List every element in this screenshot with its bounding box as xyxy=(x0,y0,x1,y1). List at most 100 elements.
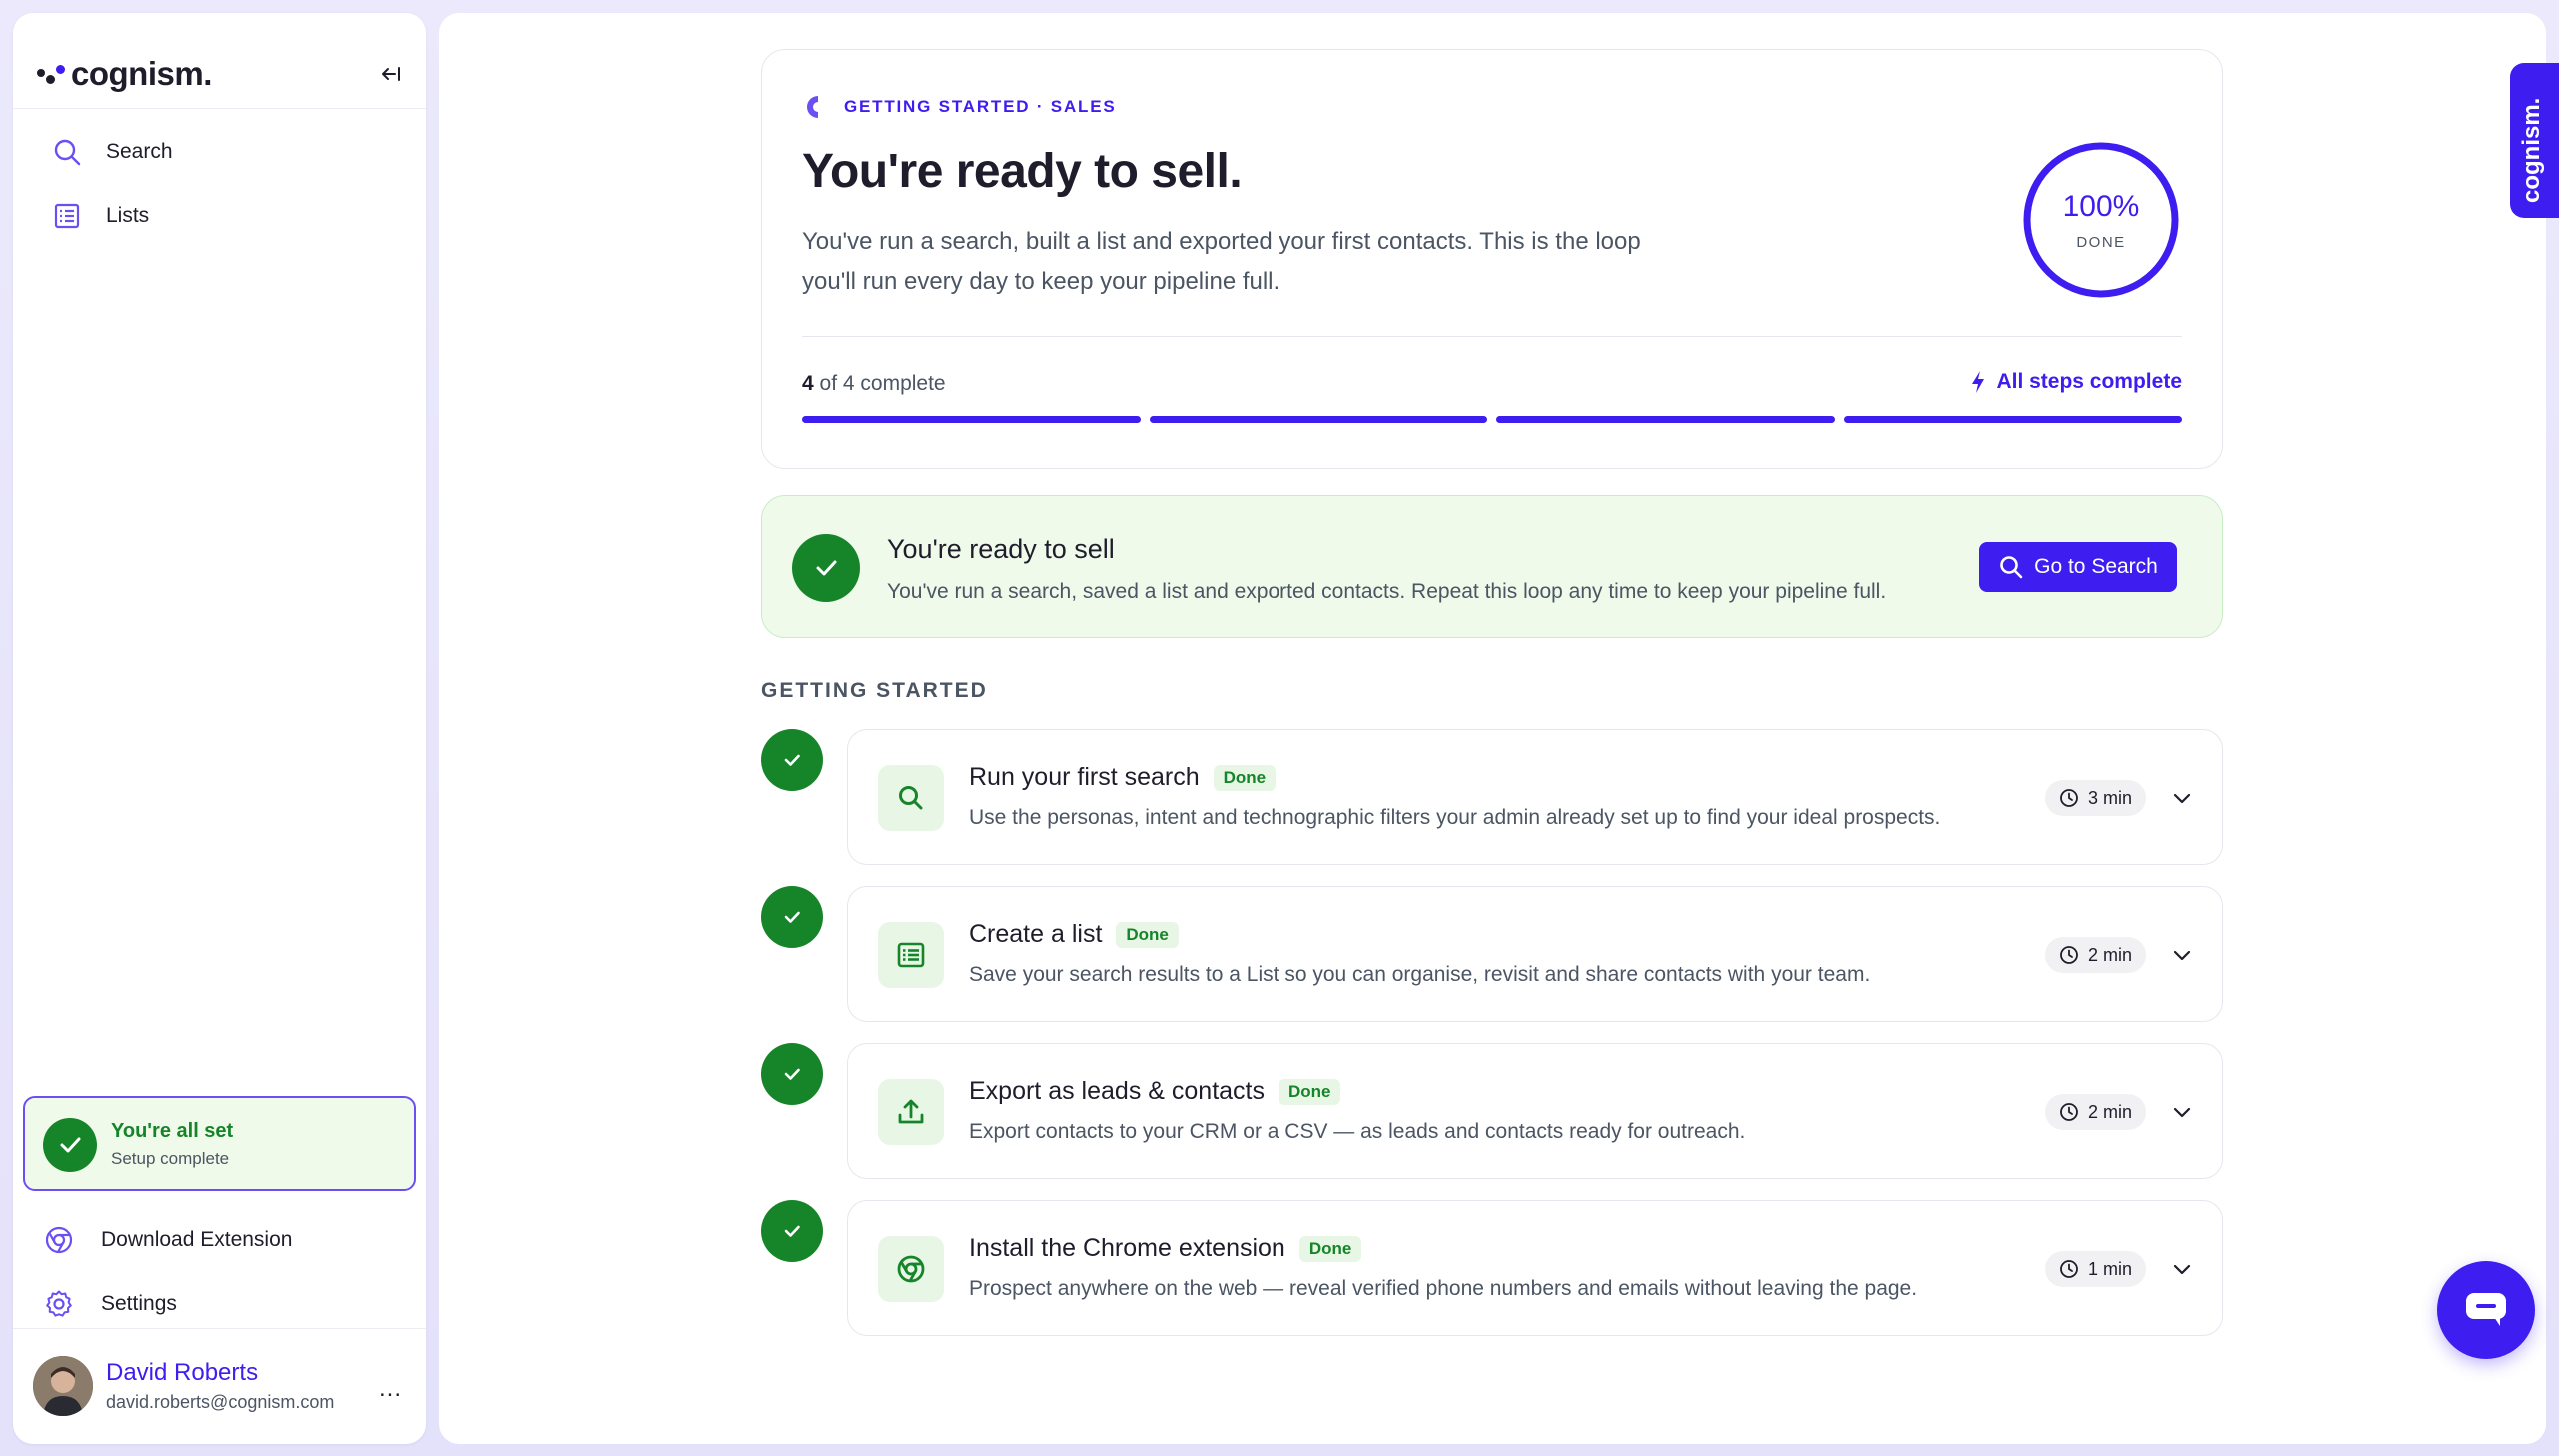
check-icon xyxy=(43,1118,97,1172)
step-title-text: Export as leads & contacts xyxy=(969,1077,1265,1105)
step-title: Create a list Done xyxy=(969,920,1179,949)
logo[interactable]: cognism. xyxy=(37,55,212,93)
step-card-create-list[interactable]: Create a list Done Save your search resul… xyxy=(847,886,2223,1022)
logo-mark-icon xyxy=(37,63,67,85)
step-icon-box xyxy=(878,1079,944,1145)
progress-count: 4 of 4 complete xyxy=(802,372,946,396)
avatar xyxy=(33,1356,93,1416)
time-label: 1 min xyxy=(2087,1258,2132,1279)
step-check-icon xyxy=(761,1043,823,1105)
search-icon xyxy=(54,139,81,166)
lightning-icon xyxy=(1972,371,1985,393)
step-icon-box xyxy=(878,765,944,831)
success-banner: You're ready to sell You've run a search… xyxy=(761,495,2223,638)
step-check-icon xyxy=(761,729,823,791)
settings-link[interactable]: Settings xyxy=(13,1280,426,1328)
nav-item-search[interactable]: Search xyxy=(13,124,426,180)
search-icon xyxy=(899,786,923,810)
time-estimate: 2 min xyxy=(2044,937,2146,973)
step-description: Save your search results to a List so yo… xyxy=(969,963,1871,986)
collapse-sidebar-icon[interactable] xyxy=(380,63,402,85)
done-badge: Done xyxy=(1298,1235,1362,1262)
download-extension-link[interactable]: Download Extension xyxy=(13,1216,426,1264)
step-description: Prospect anywhere on the web — reveal ve… xyxy=(969,1277,1918,1300)
step-check-icon xyxy=(761,1200,823,1262)
step-description: Export contacts to your CRM or a CSV — a… xyxy=(969,1120,1746,1143)
user-profile[interactable]: David Roberts david.roberts@cognism.com … xyxy=(13,1328,426,1444)
clock-icon xyxy=(2060,946,2078,964)
progress-count-rest: of 4 complete xyxy=(819,372,946,395)
done-badge: Done xyxy=(1116,921,1179,948)
time-label: 2 min xyxy=(2087,944,2132,965)
go-to-search-label: Go to Search xyxy=(2034,555,2158,578)
half-circle-icon xyxy=(807,96,818,118)
section-label: GETTING STARTED xyxy=(761,679,988,702)
clock-icon xyxy=(2060,1260,2078,1278)
time-estimate: 1 min xyxy=(2044,1251,2146,1287)
progress-segment xyxy=(802,416,1141,423)
progress-segment xyxy=(1149,416,1487,423)
chrome-icon xyxy=(45,1226,73,1254)
chat-icon xyxy=(2466,1293,2506,1326)
step-card-chrome-extension[interactable]: Install the Chrome extension Done Prospec… xyxy=(847,1200,2223,1336)
step-description: Use the personas, intent and technograph… xyxy=(969,806,1941,829)
nav-item-label: Search xyxy=(106,140,173,163)
clock-icon xyxy=(2060,789,2078,807)
step-card-export[interactable]: Export as leads & contacts Done Export co… xyxy=(847,1043,2223,1179)
step-card-run-search[interactable]: Run your first search Done Use the person… xyxy=(847,729,2223,865)
all-steps-complete-link[interactable]: All steps complete xyxy=(1970,370,2182,394)
done-badge: Done xyxy=(1278,1078,1341,1105)
progress-percent: 100% xyxy=(2062,190,2140,223)
more-options-button[interactable]: ... xyxy=(379,1375,402,1403)
search-icon xyxy=(2000,556,2023,579)
time-label: 2 min xyxy=(2087,1101,2132,1122)
upload-icon xyxy=(898,1099,924,1124)
eyebrow: GETTING STARTED · SALES xyxy=(802,94,1116,120)
chevron-down-icon[interactable] xyxy=(2170,786,2194,810)
all-steps-label: All steps complete xyxy=(1996,370,2182,393)
list-icon xyxy=(54,203,80,229)
done-badge: Done xyxy=(1213,764,1277,791)
clock-icon xyxy=(2060,1103,2078,1121)
step-icon-box xyxy=(878,1236,944,1302)
progress-completed: 4 xyxy=(802,372,814,395)
step-title: Install the Chrome extension Done xyxy=(969,1234,1362,1263)
side-tab-label: cognism. xyxy=(2518,97,2545,203)
settings-label: Settings xyxy=(101,1292,177,1315)
cognism-side-tab[interactable]: cognism. xyxy=(2510,63,2559,218)
main-panel: GETTING STARTED · SALES You're ready to … xyxy=(439,13,2546,1444)
time-estimate: 2 min xyxy=(2044,1094,2146,1130)
page-title: You're ready to sell. xyxy=(802,145,1243,198)
user-name[interactable]: David Roberts xyxy=(106,1359,258,1387)
step-title: Run your first search Done xyxy=(969,763,1277,792)
chat-launcher-button[interactable] xyxy=(2437,1261,2535,1359)
chevron-down-icon[interactable] xyxy=(2170,1257,2194,1281)
sidebar-header: cognism. xyxy=(13,13,426,109)
nav-item-label: Lists xyxy=(106,204,150,227)
onboarding-hero-card: GETTING STARTED · SALES You're ready to … xyxy=(761,49,2223,469)
user-email: david.roberts@cognism.com xyxy=(106,1392,335,1412)
time-label: 3 min xyxy=(2087,787,2132,808)
chevron-down-icon[interactable] xyxy=(2170,943,2194,967)
download-extension-label: Download Extension xyxy=(101,1228,293,1251)
logo-text: cognism. xyxy=(71,55,212,92)
step-title-text: Install the Chrome extension xyxy=(969,1234,1285,1262)
step-title-text: Create a list xyxy=(969,920,1103,948)
banner-text: You've run a search, saved a list and ex… xyxy=(887,580,1887,603)
step-title: Export as leads & contacts Done xyxy=(969,1077,1341,1106)
gear-icon xyxy=(46,1290,72,1317)
progress-segments xyxy=(802,416,2182,423)
setup-status-card[interactable]: You're all set Setup complete xyxy=(23,1096,416,1191)
chrome-icon xyxy=(897,1255,925,1283)
go-to-search-button[interactable]: Go to Search xyxy=(1979,542,2177,592)
nav-item-lists[interactable]: Lists xyxy=(13,188,426,244)
step-title-text: Run your first search xyxy=(969,763,1200,791)
sidebar: cognism. Search Lists You're all set Set… xyxy=(13,13,426,1444)
setup-status-subtitle: Setup complete xyxy=(111,1149,230,1168)
eyebrow-text: GETTING STARTED · SALES xyxy=(844,97,1117,116)
step-icon-box xyxy=(878,922,944,988)
time-estimate: 3 min xyxy=(2044,780,2146,816)
check-icon xyxy=(792,534,860,602)
chevron-down-icon[interactable] xyxy=(2170,1100,2194,1124)
progress-segment xyxy=(1843,416,2182,423)
